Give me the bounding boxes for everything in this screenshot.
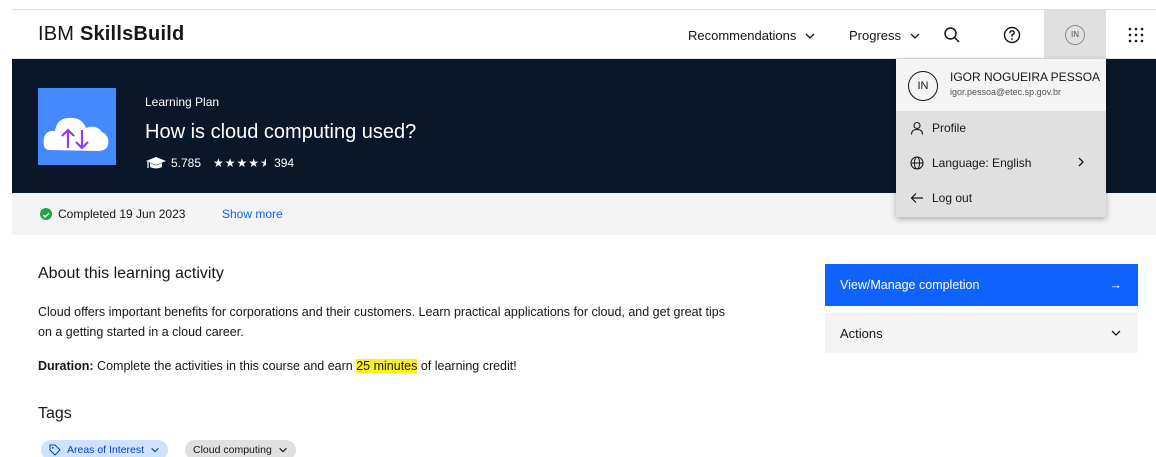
cloud-transfer-icon — [38, 88, 116, 165]
star-rating-icon: ★★★★ — [213, 156, 261, 170]
chevron-down-icon — [910, 33, 920, 39]
avatar: IN — [1065, 24, 1085, 45]
duration-label: Duration: — [38, 359, 94, 373]
rating-stars: ★★★★★ — [213, 156, 266, 170]
rating-count: 394 — [274, 156, 295, 170]
tag-label: Cloud computing — [193, 444, 272, 456]
recommendations-menu[interactable]: Recommendations — [688, 28, 816, 43]
tags-heading: Tags — [38, 405, 72, 422]
search-icon — [944, 26, 960, 43]
view-manage-completion-button[interactable]: View/Manage completion → — [825, 264, 1138, 306]
user-menu-dropdown: IN IGOR NOGUEIRA PESSOA igor.pessoa@etec… — [896, 59, 1106, 217]
actions-dropdown[interactable]: Actions — [825, 313, 1138, 353]
menu-item-label: Language: English — [932, 156, 1032, 170]
activity-type-label: Learning Plan — [145, 95, 220, 109]
learner-count: 5.785 — [171, 156, 202, 170]
progress-menu[interactable]: Progress — [849, 28, 921, 43]
menu-item-profile[interactable]: Profile — [896, 111, 1106, 145]
hero-stats: 5.785 ★★★★★ 394 — [145, 156, 294, 170]
tag-label: Areas of Interest — [67, 444, 145, 456]
tag-icon — [49, 444, 61, 456]
completed-date: Completed 19 Jun 2023 — [58, 207, 186, 221]
brand-logo[interactable]: IBM SkillsBuild — [38, 23, 184, 46]
course-thumbnail — [38, 88, 116, 165]
menu-item-logout[interactable]: Log out — [896, 181, 1106, 215]
progress-label: Progress — [849, 28, 902, 43]
duration-pre: Complete the activities in this course a… — [97, 359, 357, 373]
tag-cloud-computing[interactable]: Cloud computing — [185, 440, 296, 457]
menu-item-label: Profile — [932, 121, 967, 135]
duration-text: Duration: Complete the activities in thi… — [38, 359, 517, 373]
arrow-left-icon — [910, 193, 923, 203]
help-icon — [1003, 26, 1021, 43]
chevron-down-icon — [1111, 330, 1121, 336]
menu-item-label: Log out — [932, 191, 973, 205]
duration-post: of learning credit! — [417, 359, 517, 373]
user-info: IN IGOR NOGUEIRA PESSOA igor.pessoa@etec… — [896, 59, 1106, 111]
app-switcher-button[interactable] — [1116, 18, 1156, 51]
tag-areas-of-interest[interactable]: Areas of Interest — [41, 440, 169, 457]
chevron-right-icon — [1078, 157, 1084, 167]
checkmark-circle-icon — [40, 208, 52, 220]
chevron-down-icon — [151, 447, 159, 453]
user-name: IGOR NOGUEIRA PESSOA — [950, 70, 1101, 84]
duration-highlight: 25 minutes — [356, 359, 418, 373]
top-navigation: IBM SkillsBuild Recommendations Progress… — [12, 10, 1156, 59]
chevron-down-icon — [805, 33, 815, 39]
app-grid-icon — [1128, 27, 1144, 42]
graduation-cap-icon — [146, 157, 166, 169]
half-star-icon: ★ — [260, 156, 266, 170]
about-heading: About this learning activity — [38, 265, 224, 282]
arrow-right-icon: → — [1109, 278, 1123, 292]
user-avatar-button[interactable]: IN — [1044, 10, 1106, 59]
cta-label: View/Manage completion — [840, 278, 980, 292]
about-description: Cloud offers important benefits for corp… — [38, 305, 725, 339]
avatar: IN — [908, 71, 938, 101]
user-email: igor.pessoa@etec.sp.gov.br — [950, 87, 1062, 97]
search-button[interactable] — [932, 18, 972, 51]
chevron-down-icon — [279, 447, 287, 453]
page-title: How is cloud computing used? — [145, 121, 417, 143]
user-icon — [910, 121, 924, 135]
globe-icon — [910, 156, 924, 170]
menu-item-language[interactable]: Language: English — [896, 146, 1106, 180]
show-more-link[interactable]: Show more — [222, 207, 283, 221]
help-button[interactable] — [992, 18, 1032, 51]
actions-label: Actions — [840, 325, 883, 341]
recommendations-label: Recommendations — [688, 28, 797, 43]
